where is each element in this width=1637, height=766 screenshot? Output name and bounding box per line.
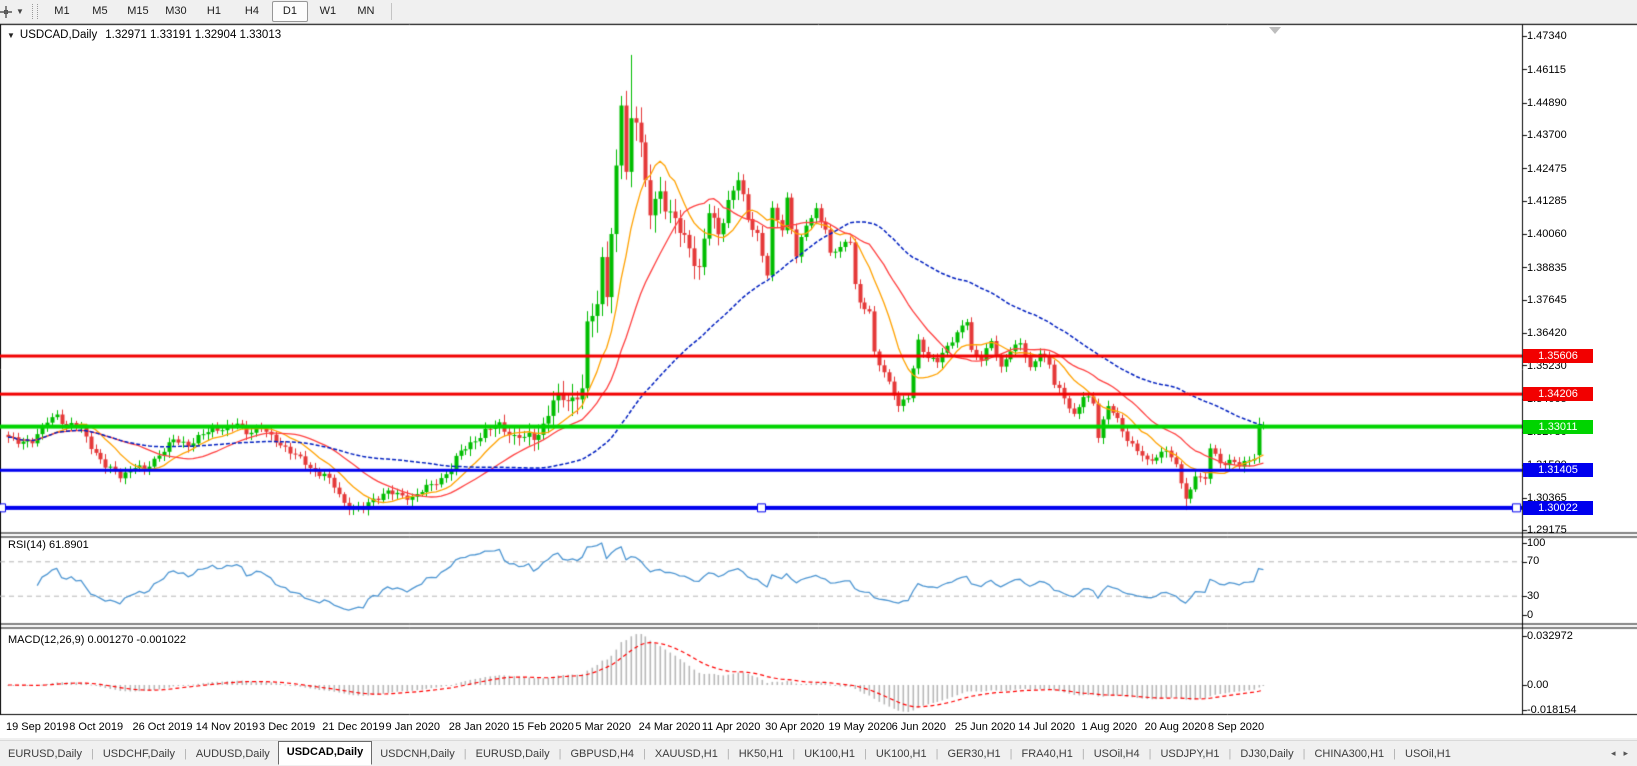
price-axis-tick: 1.47340 — [1527, 30, 1567, 42]
time-axis-label: 19 May 2020 — [828, 721, 892, 733]
chart-tab-uk100-h1[interactable]: UK100,H1 — [868, 744, 935, 764]
time-axis-label: 19 Sep 2019 — [6, 721, 68, 733]
chart-title: ▼ USDCAD,Daily 1.32971 1.33191 1.32904 1.3… — [7, 29, 281, 41]
price-axis-tick: 1.43700 — [1527, 129, 1567, 141]
rsi-axis-tick: 100 — [1527, 537, 1545, 549]
time-axis-label: 15 Feb 2020 — [512, 721, 574, 733]
tab-scroll-right-icon[interactable]: ▸ — [1619, 748, 1632, 758]
time-axis-label: 3 Dec 2019 — [259, 721, 315, 733]
top-toolbar: ▼ M1M5M15M30H1H4D1W1MN — [0, 0, 1637, 24]
price-axis-tick: 1.41285 — [1527, 195, 1567, 207]
time-axis-label: 14 Nov 2019 — [196, 721, 258, 733]
macd-axis-tick: 0.00 — [1527, 679, 1548, 691]
time-axis-label: 11 Apr 2020 — [702, 721, 761, 733]
ohlc-collapse-icon[interactable]: ▼ — [7, 31, 15, 40]
rsi-indicator-label: RSI(14) 61.8901 — [8, 539, 89, 551]
chart-tab-hk50-h1[interactable]: HK50,H1 — [731, 744, 792, 764]
chart-tab-eurusd-daily[interactable]: EURUSD,Daily — [0, 744, 90, 764]
chart-tab-bar: EURUSD,Daily|USDCHF,Daily|AUDUSD,DailyUS… — [0, 740, 1637, 766]
chart-tab-gbpusd-h4[interactable]: GBPUSD,H4 — [562, 744, 642, 764]
chart-tab-usdchf-daily[interactable]: USDCHF,Daily — [95, 744, 183, 764]
price-axis-tick: 1.44890 — [1527, 97, 1567, 109]
timeframe-button-m30[interactable]: M30 — [158, 1, 194, 22]
timeframe-button-d1[interactable]: D1 — [272, 1, 308, 22]
chart-shift-marker-icon[interactable] — [1269, 27, 1281, 34]
rsi-axis-tick: 0 — [1527, 609, 1533, 621]
chart-tab-china300-h1[interactable]: CHINA300,H1 — [1306, 744, 1392, 764]
timeframe-button-m15[interactable]: M15 — [120, 1, 156, 22]
timeframe-button-mn[interactable]: MN — [348, 1, 384, 22]
timeframe-button-h1[interactable]: H1 — [196, 1, 232, 22]
tab-scroll-left-icon[interactable]: ◂ — [1607, 748, 1620, 758]
time-axis-label: 9 Jan 2020 — [386, 721, 440, 733]
crosshair-tool-icon[interactable] — [0, 4, 12, 20]
time-axis-label: 21 Dec 2019 — [322, 721, 384, 733]
time-axis-label: 14 Jul 2020 — [1018, 721, 1075, 733]
toolbar-grip-handle[interactable] — [32, 4, 38, 19]
price-axis-tick: 1.38835 — [1527, 262, 1567, 274]
price-level-badge[interactable]: 1.31405 — [1523, 463, 1593, 477]
price-axis-tick: 1.37645 — [1527, 294, 1567, 306]
timeframe-button-m5[interactable]: M5 — [82, 1, 118, 22]
chart-tab-fra40-h1[interactable]: FRA40,H1 — [1014, 744, 1081, 764]
timeframe-button-h4[interactable]: H4 — [234, 1, 270, 22]
time-axis-label: 6 Jun 2020 — [892, 721, 946, 733]
chart-ohlc-values: 1.32971 1.33191 1.32904 1.33013 — [105, 29, 281, 41]
chart-tab-audusd-daily[interactable]: AUDUSD,Daily — [188, 744, 278, 764]
price-level-badge[interactable]: 1.35606 — [1523, 349, 1593, 363]
price-axis-tick: 1.40060 — [1527, 228, 1567, 240]
time-axis-label: 8 Oct 2019 — [69, 721, 123, 733]
chart-tab-usoil-h4[interactable]: USOil,H4 — [1086, 744, 1148, 764]
toolbar-divider — [391, 3, 392, 20]
timeframe-button-w1[interactable]: W1 — [310, 1, 346, 22]
chevron-down-icon[interactable]: ▼ — [12, 2, 30, 22]
time-axis-label: 28 Jan 2020 — [449, 721, 510, 733]
price-axis-tick: 1.29175 — [1527, 524, 1567, 536]
chart-tab-xauusd-h1[interactable]: XAUUSD,H1 — [647, 744, 726, 764]
timeframe-button-group: M1M5M15M30H1H4D1W1MN — [43, 1, 385, 22]
price-axis-tick: 1.36420 — [1527, 327, 1567, 339]
chart-tabs: EURUSD,Daily|USDCHF,Daily|AUDUSD,DailyUS… — [0, 743, 1459, 765]
chart-tab-usdcad-daily[interactable]: USDCAD,Daily — [278, 741, 372, 765]
price-axis-tick: 1.42475 — [1527, 163, 1567, 175]
rsi-axis-tick: 30 — [1527, 590, 1539, 602]
chart-tab-usdcnh-daily[interactable]: USDCNH,Daily — [372, 744, 463, 764]
chart-tab-dj30-daily[interactable]: DJ30,Daily — [1232, 744, 1301, 764]
time-axis-label: 30 Apr 2020 — [765, 721, 824, 733]
macd-indicator-label: MACD(12,26,9) 0.001270 -0.001022 — [8, 634, 186, 646]
time-axis-label: 24 Mar 2020 — [639, 721, 701, 733]
price-chart-canvas[interactable] — [0, 0, 1637, 765]
chart-tab-uk100-h1[interactable]: UK100,H1 — [796, 744, 863, 764]
tab-scroll-arrows: ◂▸ — [1607, 748, 1632, 759]
chart-tab-ger30-h1[interactable]: GER30,H1 — [939, 744, 1008, 764]
chart-tab-eurusd-daily[interactable]: EURUSD,Daily — [468, 744, 558, 764]
timeframe-button-m1[interactable]: M1 — [44, 1, 80, 22]
time-axis-label: 25 Jun 2020 — [955, 721, 1016, 733]
time-axis-label: 1 Aug 2020 — [1081, 721, 1137, 733]
time-axis-label: 26 Oct 2019 — [133, 721, 193, 733]
price-axis-tick: 1.46115 — [1527, 64, 1566, 76]
chart-tab-usdjpy-h1[interactable]: USDJPY,H1 — [1152, 744, 1227, 764]
time-axis-label: 5 Mar 2020 — [575, 721, 631, 733]
price-level-badge[interactable]: 1.34206 — [1523, 387, 1593, 401]
price-level-badge[interactable]: 1.30022 — [1523, 501, 1593, 515]
macd-axis-tick: 0.032972 — [1527, 630, 1573, 642]
time-axis-label: 20 Aug 2020 — [1145, 721, 1207, 733]
macd-axis-tick: -0.018154 — [1527, 704, 1577, 716]
price-level-badge[interactable]: 1.33011 — [1523, 420, 1593, 434]
mt4-terminal: { "toolbar": { "dropdown_glyph": "▼", "t… — [0, 0, 1637, 765]
rsi-axis-tick: 70 — [1527, 555, 1539, 567]
chart-tab-usoil-h1[interactable]: USOil,H1 — [1397, 744, 1459, 764]
time-axis-label: 8 Sep 2020 — [1208, 721, 1264, 733]
chart-symbol-label: USDCAD,Daily — [20, 29, 97, 41]
